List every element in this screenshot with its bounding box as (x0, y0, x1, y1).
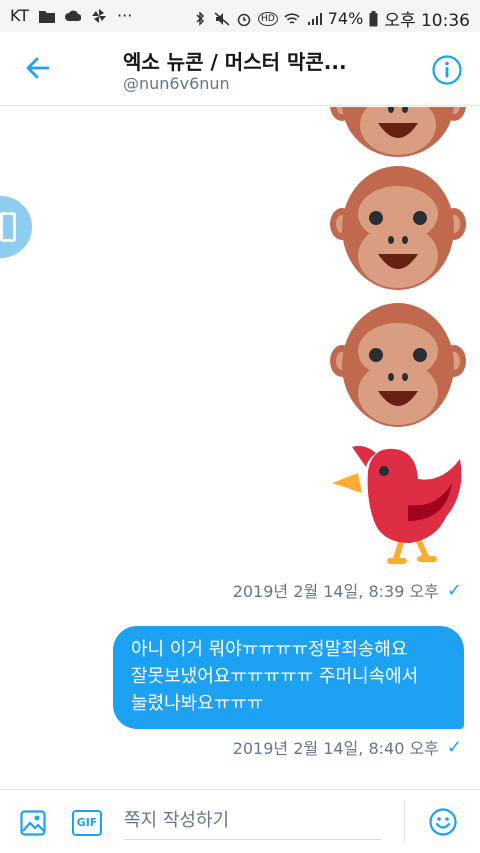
checkmark-icon: ✓ (446, 736, 462, 758)
more-notifications-dots: ··· (117, 6, 133, 25)
battery-percent: 74% (327, 9, 364, 28)
red-bird-emoji (332, 445, 462, 564)
alarm-icon (237, 13, 251, 26)
hd-icon: HD (258, 11, 278, 26)
conversation-handle: @nun6v6nun (123, 74, 230, 93)
clock: 오후 10:36 (384, 11, 470, 31)
monkey-face-emoji (330, 107, 466, 157)
checkmark-icon: ✓ (446, 579, 462, 601)
sent-message-bubble[interactable]: 아니 이거 뭐야ㅠㅠㅠㅠ정말죄송해요 잘못보냈어요ㅠㅠㅠㅠㅠ 주머니속에서 눌렸… (113, 626, 464, 729)
message-input[interactable] (124, 802, 382, 840)
message-line: 눌렸나봐요ㅠㅠㅠ (131, 693, 264, 714)
monkey-face-emoji (330, 303, 466, 427)
message-timestamp: 2019년 2월 14일, 8:39 오후 ✓ (233, 578, 462, 602)
conversation-title: 엑소 뉴콘 / 머스터 막콘... (123, 50, 347, 74)
side-handle-icon (0, 212, 16, 242)
smiley-icon[interactable] (429, 808, 457, 836)
folder-icon (39, 10, 56, 23)
message-timestamp: 2019년 2월 14일, 8:40 오후 ✓ (233, 735, 462, 759)
floating-side-handle[interactable] (0, 196, 32, 258)
pinwheel-icon (92, 8, 107, 23)
cloud-icon (65, 10, 82, 21)
message-line: 아니 이거 뭐야ㅠㅠㅠㅠ정말죄송해요 (131, 639, 408, 660)
conversation-area[interactable]: 2019년 2월 14일, 8:39 오후 ✓ 아니 이거 뭐야ㅠㅠㅠㅠ정말죄송… (0, 107, 480, 789)
bluetooth-icon (196, 11, 205, 26)
message-composer: GIF (0, 789, 480, 853)
gif-button[interactable]: GIF (72, 810, 102, 836)
signal-icon (307, 12, 322, 25)
monkey-face-emoji (330, 166, 466, 290)
timestamp-text: 2019년 2월 14일, 8:40 오후 (232, 739, 439, 758)
status-bar: KT ··· HD 74% 오후 10:36 (0, 0, 480, 32)
wifi-icon (284, 12, 300, 24)
info-icon[interactable] (431, 54, 463, 86)
timestamp-text: 2019년 2월 14일, 8:39 오후 (232, 582, 439, 601)
divider (404, 800, 405, 842)
mute-icon (214, 11, 230, 26)
battery-icon (369, 10, 378, 26)
back-arrow-icon[interactable] (24, 54, 52, 82)
image-icon[interactable] (20, 810, 46, 836)
conversation-header: 엑소 뉴콘 / 머스터 막콘... @nun6v6nun (0, 32, 480, 106)
message-line: 잘못보냈어요ㅠㅠㅠㅠㅠ 주머니속에서 (131, 666, 419, 687)
carrier-label: KT (10, 6, 30, 25)
